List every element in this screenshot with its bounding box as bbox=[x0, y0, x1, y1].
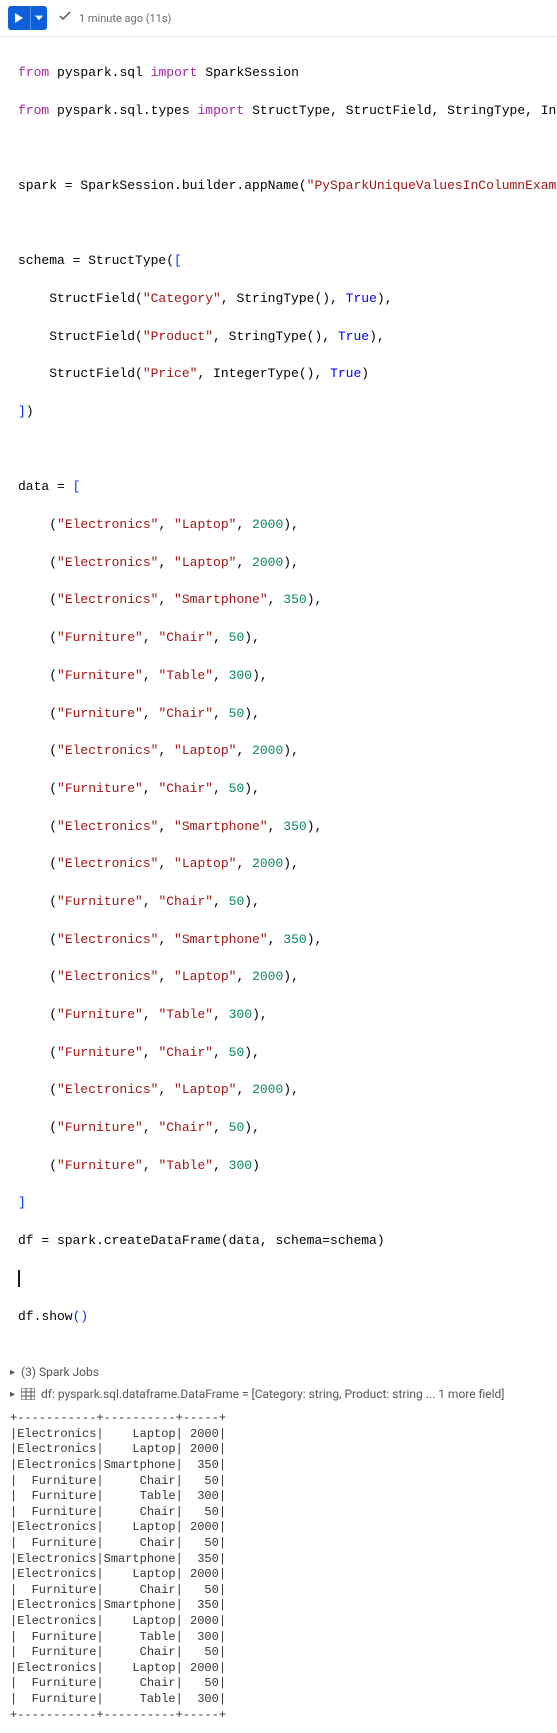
text-cursor bbox=[18, 1270, 20, 1287]
df-schema-toggle[interactable]: ▸ df: pyspark.sql.dataframe.DataFrame = … bbox=[10, 1383, 547, 1405]
status-text: 1 minute ago (11s) bbox=[79, 12, 171, 25]
df-summary-label: df: pyspark.sql.dataframe.DataFrame = [C… bbox=[41, 1387, 504, 1401]
output-section: ▸ (3) Spark Jobs ▸ df: pyspark.sql.dataf… bbox=[0, 1353, 557, 1733]
spark-jobs-toggle[interactable]: ▸ (3) Spark Jobs bbox=[10, 1361, 547, 1383]
code-editor[interactable]: from pyspark.sql import SparkSession fro… bbox=[0, 37, 557, 1353]
run-button[interactable] bbox=[8, 6, 47, 30]
check-icon bbox=[59, 10, 71, 26]
play-icon bbox=[8, 13, 30, 23]
table-icon bbox=[21, 1388, 35, 1400]
output-table: +-----------+----------+-----+ |Electron… bbox=[10, 1405, 547, 1733]
chevron-down-icon[interactable] bbox=[30, 6, 47, 30]
spark-jobs-label: (3) Spark Jobs bbox=[21, 1365, 99, 1379]
cell-header: 1 minute ago (11s) bbox=[0, 0, 557, 37]
triangle-right-icon: ▸ bbox=[10, 1367, 15, 1378]
triangle-right-icon: ▸ bbox=[10, 1389, 15, 1400]
